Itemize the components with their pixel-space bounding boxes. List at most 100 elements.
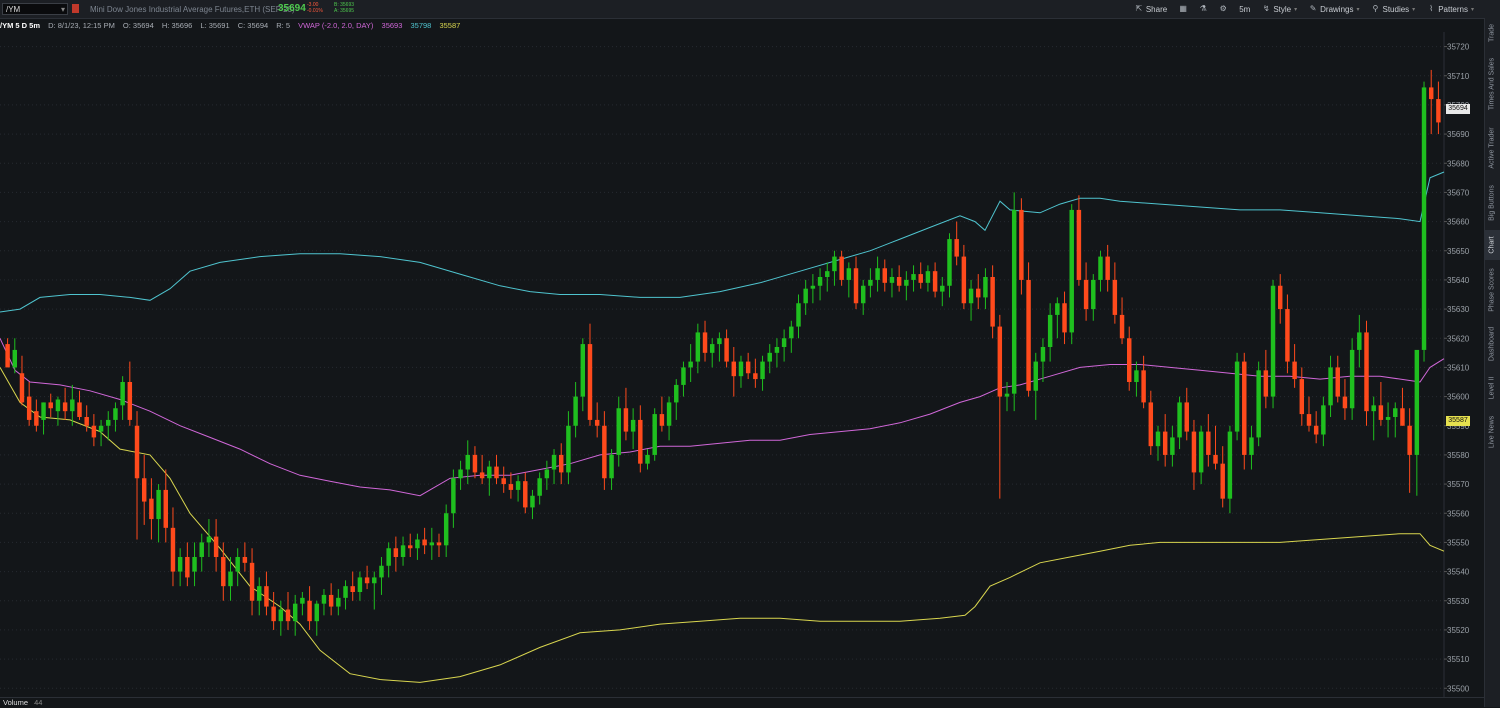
candle-body bbox=[1220, 463, 1225, 499]
candle-body bbox=[1134, 370, 1139, 382]
candle-body bbox=[1062, 303, 1067, 333]
candle-body bbox=[602, 425, 607, 479]
candle-body bbox=[1112, 279, 1118, 315]
candle-body bbox=[26, 396, 32, 420]
candle-body bbox=[1227, 431, 1233, 499]
last-price: 35694 bbox=[278, 3, 306, 14]
tab-trade[interactable]: Trade bbox=[1484, 18, 1500, 48]
candle-body bbox=[918, 274, 923, 283]
vwap-study-label[interactable]: VWAP (-2.0, 2.0, DAY) bbox=[298, 21, 373, 30]
tab-label: Trade bbox=[1488, 23, 1496, 43]
chart-symbol-label[interactable]: /YM 5 D 5m bbox=[0, 21, 40, 30]
candle-body bbox=[314, 603, 319, 622]
studies-label: Studies bbox=[1382, 4, 1410, 14]
candle-body bbox=[364, 577, 370, 584]
candle-body bbox=[976, 288, 981, 298]
candle-body bbox=[896, 277, 902, 286]
y-tick-label: 35510 bbox=[1447, 655, 1470, 664]
candle-body bbox=[55, 399, 61, 412]
candle-body bbox=[688, 361, 693, 368]
style-button[interactable]: ↯ Style ▾ bbox=[1262, 5, 1297, 14]
candle-body bbox=[731, 361, 737, 377]
candle-body bbox=[1292, 361, 1297, 380]
chevron-down-icon: ▾ bbox=[1412, 6, 1416, 13]
vwap-value: 35693 bbox=[381, 21, 403, 30]
studies-icon: ⚲ bbox=[1372, 4, 1379, 13]
bar-date: D: 8/1/23, 12:15 PM bbox=[48, 21, 115, 30]
candle-body bbox=[781, 338, 787, 347]
price-chart[interactable]: 3572035710357003569035680356703566035650… bbox=[0, 32, 1484, 697]
bar-range: R: 5 bbox=[276, 21, 291, 30]
tab-label: Dashboard bbox=[1488, 326, 1496, 362]
candle-body bbox=[415, 539, 420, 549]
tab-dashboard[interactable]: Dashboard bbox=[1484, 320, 1500, 368]
tab-live-news[interactable]: Live News bbox=[1484, 408, 1500, 456]
candle-body bbox=[832, 256, 837, 272]
candle-body bbox=[587, 344, 593, 420]
candle-body bbox=[659, 414, 665, 426]
candle-body bbox=[113, 408, 118, 420]
candle-body bbox=[889, 277, 895, 283]
candle-body bbox=[443, 513, 449, 546]
candle-body bbox=[221, 557, 226, 587]
flask-button[interactable]: ⚗ bbox=[1199, 5, 1207, 13]
tab-phase-scores[interactable]: Phase Scores bbox=[1484, 262, 1500, 318]
bar-high: H: 35696 bbox=[161, 21, 193, 30]
candle-body bbox=[141, 478, 147, 502]
timeframe-button[interactable]: 5m bbox=[1239, 5, 1250, 14]
upper-band-line bbox=[0, 171, 1445, 313]
candle-body bbox=[1256, 370, 1261, 438]
chart-info-bar: /YM 5 D 5m D: 8/1/23, 12:15 PM O: 35694 … bbox=[0, 19, 1480, 32]
candle-body bbox=[566, 425, 571, 473]
patterns-button[interactable]: ⌇ Patterns ▾ bbox=[1427, 5, 1474, 14]
candle-body bbox=[1364, 332, 1369, 412]
candle-body bbox=[1026, 279, 1031, 391]
candle-body bbox=[199, 542, 204, 557]
volume-value: 44 bbox=[34, 698, 43, 707]
candle-body bbox=[1177, 402, 1182, 438]
candle-body bbox=[1040, 347, 1046, 362]
candle-body bbox=[839, 256, 844, 280]
candle-body bbox=[479, 472, 485, 479]
studies-button[interactable]: ⚲ Studies ▾ bbox=[1371, 4, 1416, 14]
candle-body bbox=[185, 557, 190, 578]
candle-body bbox=[34, 411, 39, 426]
chevron-down-icon: ▾ bbox=[1356, 6, 1360, 13]
candle-body bbox=[343, 586, 348, 598]
tab-label: Active Trader bbox=[1488, 127, 1496, 169]
candle-body bbox=[408, 545, 413, 549]
candle-body bbox=[41, 402, 46, 420]
chevron-down-icon[interactable]: ▾ bbox=[61, 4, 65, 16]
flag-icon[interactable] bbox=[72, 4, 79, 13]
candle-body bbox=[623, 408, 629, 432]
price-axis[interactable]: 3572035710357003569035680356703566035650… bbox=[1444, 43, 1470, 694]
tab-times-and-sales[interactable]: Times And Sales bbox=[1484, 50, 1500, 118]
candle-body bbox=[774, 347, 780, 353]
tab-label: Level II bbox=[1488, 376, 1496, 400]
chart-tools: ⇱ Share ▦ ⚗ ⚙ 5m ↯ Style ▾ ✎ Drawings ▾ ⚲ Stud… bbox=[1135, 0, 1474, 18]
y-tick-label: 35600 bbox=[1447, 393, 1470, 402]
tab-chart[interactable]: Chart bbox=[1484, 230, 1500, 260]
candle-body bbox=[321, 594, 327, 604]
pencil-icon: ✎ bbox=[1309, 4, 1317, 13]
tab-level-ii[interactable]: Level II bbox=[1484, 370, 1500, 406]
candle-body bbox=[300, 597, 305, 604]
drawings-button[interactable]: ✎ Drawings ▾ bbox=[1309, 4, 1360, 14]
symbol-input[interactable]: /YM ▾ bbox=[2, 3, 68, 15]
tab-label: Times And Sales bbox=[1488, 57, 1496, 111]
volume-label[interactable]: Volume bbox=[3, 698, 28, 707]
tab-active-trader[interactable]: Active Trader bbox=[1484, 120, 1500, 176]
candle-body bbox=[558, 454, 564, 473]
tab-big-buttons[interactable]: Big Buttons bbox=[1484, 178, 1500, 228]
candle-body bbox=[393, 548, 399, 557]
y-tick-label: 35530 bbox=[1447, 597, 1470, 606]
candle-body bbox=[472, 454, 478, 473]
candle-body bbox=[645, 454, 650, 464]
candle-body bbox=[544, 469, 550, 479]
candle-body bbox=[1127, 338, 1132, 382]
settings-button[interactable]: ⚙ bbox=[1219, 5, 1227, 13]
grid-button[interactable]: ▦ bbox=[1179, 5, 1187, 13]
candle-body bbox=[630, 419, 636, 432]
candle-body bbox=[70, 399, 75, 412]
share-button[interactable]: ⇱ Share bbox=[1135, 5, 1167, 14]
